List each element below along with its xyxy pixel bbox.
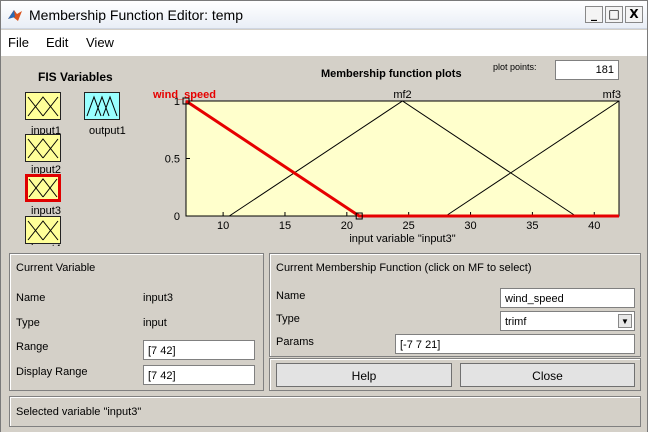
var-name-label: Name — [16, 292, 46, 304]
current-variable-heading: Current Variable — [16, 262, 96, 274]
current-mf-panel: Current Membership Function (click on MF… — [269, 253, 641, 357]
menu-edit[interactable]: Edit — [46, 35, 68, 50]
x-tick-label: 25 — [403, 220, 415, 232]
current-variable-panel: Current Variable Name input3 Type input … — [9, 253, 264, 391]
close-button[interactable]: Close — [460, 363, 635, 387]
x-tick-label: 40 — [588, 220, 600, 232]
minimize-button[interactable]: _ — [585, 6, 603, 23]
status-text: Selected variable "input3" — [16, 406, 142, 418]
status-panel: Selected variable "input3" — [9, 396, 641, 427]
x-tick-label: 15 — [279, 220, 291, 232]
mf-editor-window: Membership Function Editor: temp _ □ X F… — [0, 0, 648, 432]
x-axis-label: input variable "input3" — [349, 233, 455, 245]
mf-type-select[interactable]: trimf ▼ — [500, 311, 635, 331]
x-tick-label: 10 — [217, 220, 229, 232]
range-input[interactable]: [7 42] — [143, 340, 255, 360]
plot-axes-box — [185, 100, 620, 217]
menu-file[interactable]: File — [8, 35, 29, 50]
display-range-input[interactable]: [7 42] — [143, 365, 255, 385]
var-type-value: input — [143, 317, 167, 329]
close-window-button[interactable]: X — [625, 6, 643, 23]
mf-name-label: Name — [276, 290, 306, 302]
maximize-button[interactable]: □ — [605, 6, 623, 23]
current-mf-heading: Current Membership Function (click on MF… — [276, 262, 532, 274]
chevron-down-icon[interactable]: ▼ — [618, 314, 632, 328]
mf-type-value: trimf — [505, 316, 527, 328]
title-bar: Membership Function Editor: temp _ □ X — [1, 1, 647, 29]
mf-label-wind-speed: wind_speed — [152, 89, 216, 101]
var-name-value: input3 — [143, 292, 173, 304]
button-panel: Help Close — [269, 358, 641, 391]
y-tick-label: 0 — [174, 211, 180, 223]
matlab-icon — [8, 10, 22, 21]
params-input[interactable]: [-7 7 21] — [395, 334, 635, 354]
x-tick-label: 35 — [526, 220, 538, 232]
menu-bar: File Edit View — [1, 30, 647, 56]
x-tick-label: 30 — [464, 220, 476, 232]
help-button[interactable]: Help — [276, 363, 452, 387]
x-tick-label: 20 — [341, 220, 353, 232]
range-label: Range — [16, 341, 49, 353]
properties-area: Current Variable Name input3 Type input … — [1, 246, 647, 432]
membership-function-plot[interactable]: 10 15 20 25 30 35 4000.51input variable "input… — [1, 56, 647, 246]
var-type-label: Type — [16, 317, 40, 329]
mf-type-label: Type — [276, 313, 300, 325]
params-label: Params — [276, 336, 314, 348]
mf-name-input[interactable]: wind_speed — [500, 288, 635, 308]
mf-label-mf3: mf3 — [603, 89, 621, 101]
mf-label-mf2: mf2 — [393, 89, 411, 101]
menu-view[interactable]: View — [86, 35, 114, 50]
display-range-label: Display Range — [16, 366, 88, 378]
window-title: Membership Function Editor: temp — [29, 7, 243, 23]
y-tick-label: 0.5 — [165, 154, 180, 166]
